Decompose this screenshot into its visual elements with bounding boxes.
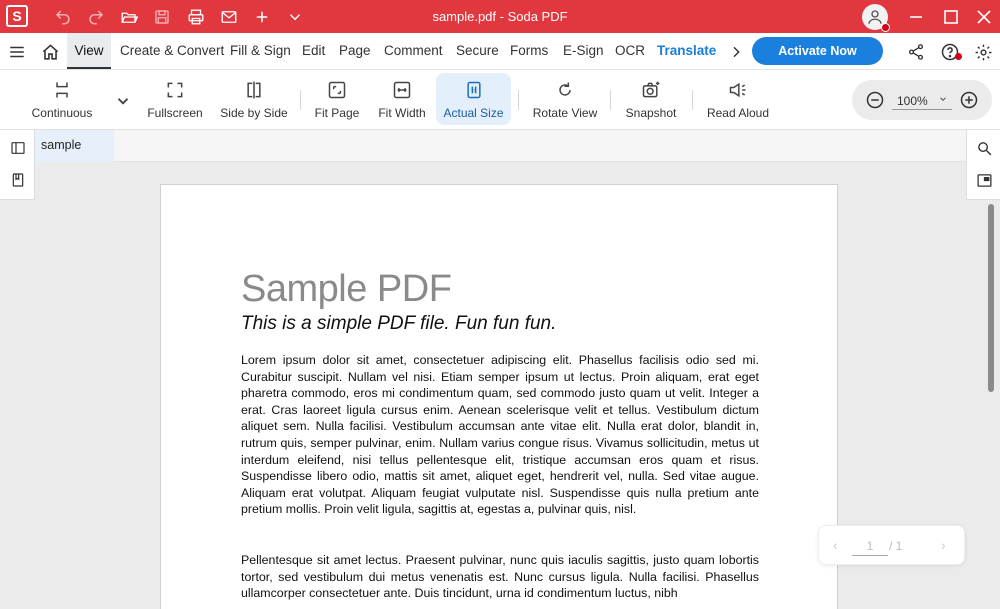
continuous-dropdown-icon[interactable] [112, 90, 134, 112]
document-tab-sample[interactable]: sample [35, 130, 114, 162]
read-aloud-button[interactable]: Read Aloud [704, 73, 772, 125]
side-by-side-button[interactable]: Side by Side [220, 73, 288, 125]
right-panel-toggle-icon[interactable] [974, 170, 994, 190]
continuous-icon [50, 78, 74, 102]
read-aloud-label: Read Aloud [706, 106, 770, 120]
snapshot-label: Snapshot [625, 106, 677, 120]
tab-ocr[interactable]: OCR [615, 33, 645, 69]
pdf-page: Sample PDF This is a simple PDF file. Fu… [160, 184, 838, 609]
toolbar-divider [518, 90, 519, 110]
tab-page[interactable]: Page [339, 33, 371, 69]
fit-page-button[interactable]: Fit Page [312, 73, 362, 125]
tab-forms[interactable]: Forms [510, 33, 548, 69]
next-page-icon[interactable]: › [941, 537, 946, 553]
tabs-scroll-right-icon[interactable] [726, 42, 746, 62]
tab-comment[interactable]: Comment [384, 33, 443, 69]
minimize-icon [910, 16, 922, 18]
fullscreen-button[interactable]: Fullscreen [144, 73, 206, 125]
tab-view[interactable]: View [67, 33, 111, 69]
home-icon[interactable] [40, 42, 60, 62]
pdf-subtitle: This is a simple PDF file. Fun fun fun. [241, 313, 557, 334]
snapshot-button[interactable]: Snapshot [622, 73, 680, 125]
fit-page-icon [325, 78, 349, 102]
close-icon [977, 10, 991, 24]
view-toolbar: Continuous Fullscreen Side by Side Fit P… [0, 70, 1000, 130]
fit-width-label: Fit Width [378, 106, 426, 120]
bookmark-icon[interactable] [8, 170, 28, 190]
continuous-button[interactable]: Continuous [28, 73, 96, 125]
help-icon[interactable] [940, 42, 962, 62]
user-account-button[interactable] [862, 4, 890, 32]
maximize-icon [944, 10, 958, 24]
redo-icon[interactable] [85, 6, 107, 28]
window-title: sample.pdf - Soda PDF [432, 9, 568, 24]
toolbar-divider [610, 90, 611, 110]
pdf-paragraph: Lorem ipsum dolor sit amet, consectetuer… [241, 353, 759, 517]
tab-esign[interactable]: E-Sign [563, 33, 604, 69]
toolbar-divider [300, 90, 301, 110]
pdf-title: Sample PDF [241, 268, 452, 310]
print-icon[interactable] [185, 6, 207, 28]
right-side-panel [966, 130, 1000, 200]
maximize-button[interactable] [939, 5, 963, 29]
tab-edit[interactable]: Edit [302, 33, 325, 69]
fullscreen-label: Fullscreen [147, 106, 203, 120]
user-icon [868, 10, 882, 24]
panel-toggle-icon[interactable] [8, 138, 28, 158]
notification-dot [881, 23, 890, 32]
rotate-view-icon [553, 78, 577, 102]
actual-size-icon [462, 78, 486, 102]
left-side-panel [0, 130, 35, 200]
previous-page-icon[interactable]: ‹ [833, 537, 838, 553]
hamburger-menu-icon[interactable] [7, 42, 27, 62]
fullscreen-icon [163, 78, 187, 102]
continuous-label: Continuous [31, 106, 93, 120]
pdf-paragraph: Pellentesque sit amet lectus. Praesent p… [241, 553, 759, 601]
close-button[interactable] [972, 5, 996, 29]
undo-icon[interactable] [52, 6, 74, 28]
zoom-level-value: 100% [897, 94, 928, 108]
fit-width-button[interactable]: Fit Width [376, 73, 428, 125]
vertical-scrollbar[interactable] [986, 200, 996, 609]
tab-secure[interactable]: Secure [456, 33, 499, 69]
activate-now-button[interactable]: Activate Now [752, 37, 883, 65]
zoom-control: 100% [852, 80, 992, 120]
zoom-dropdown-icon [940, 97, 946, 101]
rotate-view-button[interactable]: Rotate View [530, 73, 600, 125]
side-by-side-icon [242, 78, 266, 102]
app-logo[interactable]: S [6, 5, 28, 27]
tab-translate[interactable]: Translate [657, 33, 716, 69]
read-aloud-icon [726, 78, 750, 102]
page-navigator: ‹ 1 / 1 › [818, 525, 965, 565]
help-notification-dot [955, 53, 962, 60]
zoom-level-select[interactable]: 100% [892, 92, 952, 110]
save-icon[interactable] [151, 6, 173, 28]
settings-gear-icon[interactable] [973, 42, 993, 62]
tab-create-convert[interactable]: Create & Convert [120, 33, 224, 69]
menu-bar: View Create & Convert Fill & Sign Edit P… [0, 33, 1000, 70]
snapshot-icon [639, 78, 663, 102]
current-page-input[interactable]: 1 [852, 536, 888, 556]
document-tab-bar: sample [35, 130, 966, 162]
zoom-out-icon[interactable] [864, 89, 886, 111]
chevron-down-icon[interactable] [284, 6, 306, 28]
scrollbar-thumb[interactable] [988, 204, 994, 392]
share-icon[interactable] [906, 42, 926, 62]
fit-page-label: Fit Page [314, 106, 360, 120]
email-icon[interactable] [218, 6, 240, 28]
title-bar: S sample.pdf - Soda PDF [0, 0, 1000, 33]
total-pages: / 1 [889, 539, 903, 553]
toolbar-divider [692, 90, 693, 110]
rotate-view-label: Rotate View [532, 106, 598, 120]
minimize-button[interactable] [904, 5, 928, 29]
search-icon[interactable] [974, 138, 994, 158]
zoom-in-icon[interactable] [958, 89, 980, 111]
actual-size-button[interactable]: Actual Size [436, 73, 511, 125]
tab-fill-sign[interactable]: Fill & Sign [230, 33, 291, 69]
open-folder-icon[interactable] [118, 6, 140, 28]
side-by-side-label: Side by Side [220, 106, 288, 120]
new-plus-icon[interactable] [251, 6, 273, 28]
actual-size-label: Actual Size [443, 106, 504, 120]
fit-width-icon [390, 78, 414, 102]
